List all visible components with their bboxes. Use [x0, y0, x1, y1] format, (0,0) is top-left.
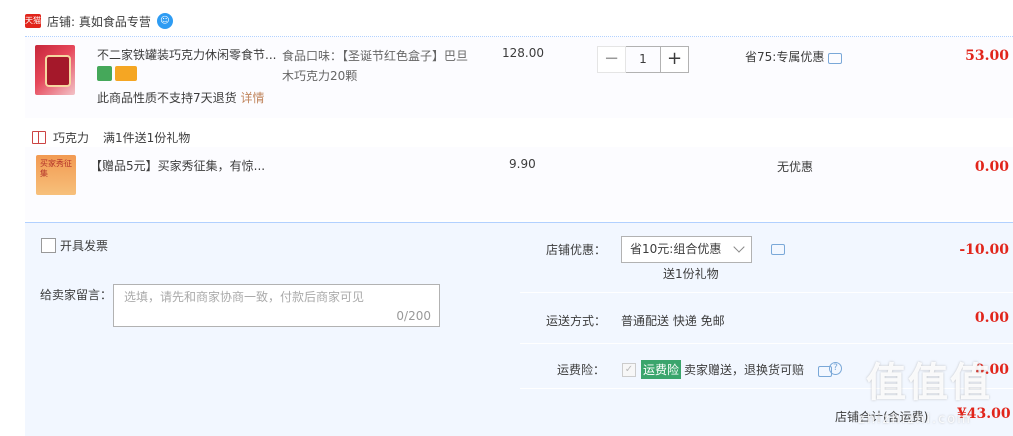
gift-category: 巧克力: [53, 131, 90, 145]
message-char-count: 0/200: [396, 309, 431, 323]
return-policy-details-link[interactable]: 详情: [240, 91, 264, 105]
shop-discount-label: 店铺优惠：: [546, 243, 607, 257]
gift-thumbnail[interactable]: 买家秀征集: [36, 155, 76, 195]
message-box[interactable]: 0/200: [113, 284, 440, 327]
gift-thumbnail-text: 买家秀征集: [40, 159, 72, 178]
gift-amount: 0.00: [974, 159, 1009, 175]
food-safety-icon[interactable]: [97, 66, 112, 81]
quantity-increase-button[interactable]: +: [660, 46, 689, 73]
gift-title[interactable]: 【赠品5元】买家秀征集，有惊...: [90, 157, 265, 174]
shop-discount-value: 省10元:组合优惠: [630, 242, 722, 256]
shop-discount-select[interactable]: 省10元:组合优惠: [621, 236, 752, 263]
item-discount: 省75:专属优惠: [745, 48, 843, 65]
gift-rule: 满1件送1份礼物: [103, 131, 191, 145]
shipping-value: 普通配送 快递 免邮: [621, 314, 725, 328]
insurance-text: 卖家赠送，退换货可赔: [684, 363, 805, 377]
item-unit-price: 128.00: [502, 46, 544, 60]
shop-gift-note: 送1份礼物: [663, 267, 719, 281]
shop-discount-amount: -10.00: [959, 242, 1009, 258]
quantity-stepper: − 1 +: [597, 46, 689, 73]
item-amount: 53.00: [965, 48, 1009, 64]
shop-header: 天猫 店铺: 真如食品专营 ☺: [25, 10, 173, 32]
card-payment-icon[interactable]: [115, 66, 137, 81]
item-sku: 食品口味：【圣诞节红色盒子】巴旦木巧克力20颗: [282, 49, 469, 83]
watermark-logo: 值值值: [866, 360, 992, 406]
comment-icon[interactable]: [828, 52, 843, 64]
comment-icon[interactable]: [771, 244, 785, 255]
shop-name[interactable]: 店铺: 真如食品专营: [47, 13, 151, 30]
quantity-input[interactable]: 1: [626, 46, 660, 73]
return-policy-text: 此商品性质不支持7天退货: [97, 91, 237, 105]
chevron-down-icon: [733, 241, 745, 253]
quantity-decrease-button[interactable]: −: [597, 46, 626, 73]
gift-header: 巧克力 满1件送1份礼物: [32, 129, 190, 146]
invoice-label[interactable]: 开具发票: [60, 237, 108, 254]
gift-icon: [32, 131, 46, 144]
item-thumbnail[interactable]: [35, 45, 75, 95]
gift-discount: 无优惠: [777, 160, 814, 174]
item-service-icons: [97, 66, 137, 81]
item-title[interactable]: 不二家铁罐装巧克力休闲零食节...: [97, 46, 277, 63]
seller-message-input[interactable]: [124, 290, 424, 304]
insurance-badge: 运费险: [641, 360, 682, 379]
insurance-checkbox: ✓: [622, 363, 636, 377]
help-icon[interactable]: ?: [829, 362, 842, 375]
shop-discount-row: [520, 223, 1013, 293]
wangwang-icon[interactable]: ☺: [156, 13, 173, 29]
tmall-icon: 天猫: [25, 14, 41, 28]
item-discount-text: 省75:专属优惠: [745, 50, 825, 64]
watermark-url: zhizhizhi.com: [858, 412, 972, 427]
shipping-label: 运送方式：: [546, 314, 607, 328]
shipping-amount: 0.00: [974, 310, 1009, 326]
message-label: 给卖家留言：: [40, 288, 113, 302]
return-policy-note: 此商品性质不支持7天退货 详情: [97, 89, 264, 106]
invoice-checkbox[interactable]: [41, 238, 56, 253]
insurance-label: 运费险：: [557, 363, 606, 377]
gift-price: 9.90: [509, 157, 536, 171]
invoice-option[interactable]: 开具发票: [41, 237, 108, 254]
